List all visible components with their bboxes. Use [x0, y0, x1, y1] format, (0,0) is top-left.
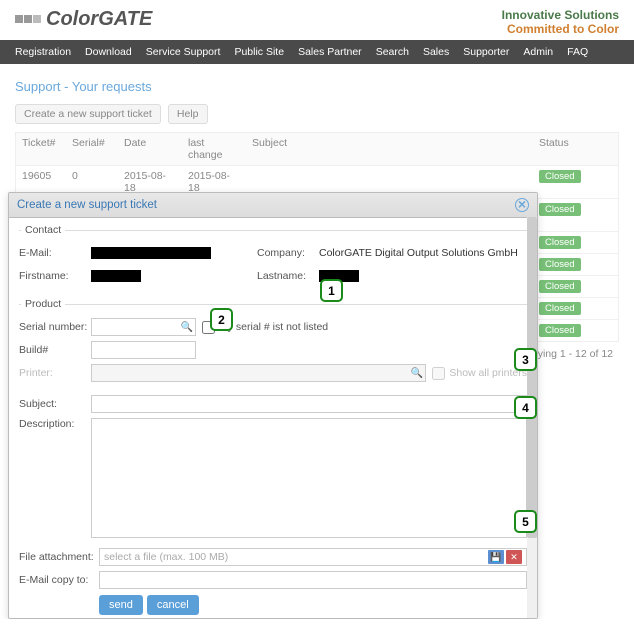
- lastname-label: Lastname:: [257, 270, 319, 282]
- col-serial[interactable]: Serial#: [66, 133, 118, 165]
- logo-icon: [15, 14, 42, 26]
- company-label: Company:: [257, 247, 319, 259]
- subject-input[interactable]: [91, 395, 527, 413]
- logo: ColorGATE: [15, 8, 152, 31]
- description-label: Description:: [19, 418, 91, 430]
- col-date[interactable]: Date: [118, 133, 182, 165]
- logo-text: ColorGATE: [46, 8, 152, 31]
- file-placeholder: select a file (max. 100 MB): [104, 551, 486, 563]
- build-input[interactable]: [91, 341, 196, 359]
- nav-public-site[interactable]: Public Site: [234, 46, 284, 58]
- printer-input: [91, 364, 426, 382]
- nav-service-support[interactable]: Service Support: [146, 46, 221, 58]
- col-status[interactable]: Status: [533, 133, 618, 165]
- status-badge: Closed: [539, 236, 581, 249]
- file-clear-icon[interactable]: ✕: [506, 550, 522, 564]
- nav-faq[interactable]: FAQ: [567, 46, 588, 58]
- status-badge: Closed: [539, 203, 581, 216]
- show-all-printers: Show all printers: [432, 367, 527, 380]
- help-button[interactable]: Help: [168, 104, 208, 124]
- callout-4: 4: [514, 396, 537, 419]
- status-badge: Closed: [539, 302, 581, 315]
- tagline: Innovative Solutions Committed to Color: [502, 8, 619, 36]
- email-copy-input[interactable]: [99, 571, 527, 589]
- file-browse-icon[interactable]: 💾: [488, 550, 504, 564]
- description-input[interactable]: [91, 418, 527, 538]
- nav-admin[interactable]: Admin: [523, 46, 553, 58]
- subject-label: Subject:: [19, 398, 91, 410]
- email-value: [91, 247, 211, 259]
- firstname-value: [91, 270, 141, 282]
- file-label: File attachment:: [19, 551, 99, 563]
- nav-download[interactable]: Download: [85, 46, 132, 58]
- serial-input[interactable]: [91, 318, 196, 336]
- callout-2: 2: [210, 308, 233, 331]
- nav-sales[interactable]: Sales: [423, 46, 449, 58]
- send-button[interactable]: send: [99, 595, 143, 615]
- navbar: Registration Download Service Support Pu…: [0, 40, 634, 64]
- tagline-line1: Innovative Solutions: [502, 8, 619, 22]
- status-badge: Closed: [539, 258, 581, 271]
- page-title: Support - Your requests: [15, 79, 619, 94]
- new-ticket-dialog: Create a new support ticket × Contact E-…: [8, 192, 538, 619]
- email-copy-label: E-Mail copy to:: [19, 574, 99, 586]
- callout-3: 3: [514, 348, 537, 371]
- cancel-button[interactable]: cancel: [147, 595, 199, 615]
- company-value: ColorGATE Digital Output Solutions GmbH: [319, 247, 518, 259]
- product-legend: Product: [21, 298, 65, 310]
- serial-label: Serial number:: [19, 321, 91, 333]
- col-ticket[interactable]: Ticket#: [16, 133, 66, 165]
- callout-5: 5: [514, 510, 537, 533]
- col-change[interactable]: last change: [182, 133, 246, 165]
- tagline-line2: Committed to Color: [502, 22, 619, 36]
- nav-search[interactable]: Search: [376, 46, 409, 58]
- nav-supporter[interactable]: Supporter: [463, 46, 509, 58]
- status-badge: Closed: [539, 280, 581, 293]
- build-label: Build#: [19, 344, 91, 356]
- firstname-label: Firstname:: [19, 270, 91, 282]
- close-icon[interactable]: ×: [515, 198, 529, 212]
- printer-label: Printer:: [19, 367, 91, 379]
- scrollbar-thumb[interactable]: [527, 217, 537, 538]
- email-label: E-Mail:: [19, 247, 91, 259]
- contact-legend: Contact: [21, 224, 65, 236]
- callout-1: 1: [320, 279, 343, 302]
- nav-sales-partner[interactable]: Sales Partner: [298, 46, 362, 58]
- new-ticket-button[interactable]: Create a new support ticket: [15, 104, 161, 124]
- col-subject[interactable]: Subject: [246, 133, 533, 165]
- status-badge: Closed: [539, 324, 581, 337]
- status-badge: Closed: [539, 170, 581, 183]
- dialog-title: Create a new support ticket: [17, 199, 157, 211]
- file-input[interactable]: select a file (max. 100 MB) 💾 ✕: [99, 548, 527, 566]
- show-all-checkbox: [432, 367, 445, 380]
- nav-registration[interactable]: Registration: [15, 46, 71, 58]
